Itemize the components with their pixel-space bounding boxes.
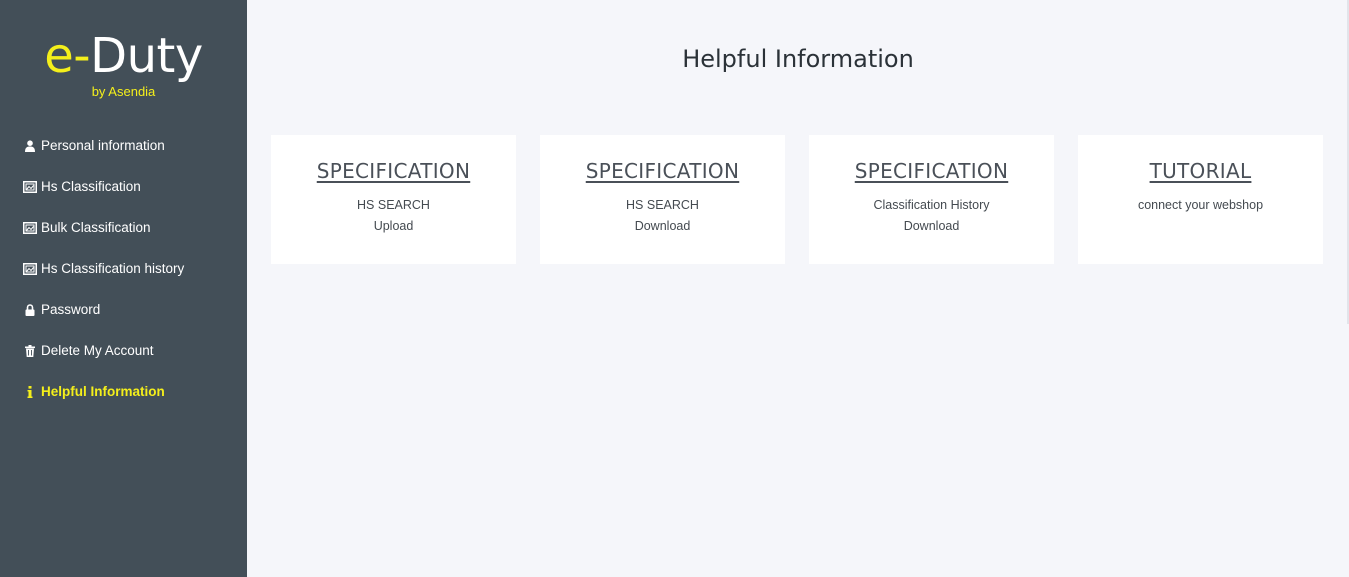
sidebar-item-helpful-information[interactable]: Helpful Information (0, 370, 247, 413)
sidebar-item-password[interactable]: Password (0, 288, 247, 331)
card-body: Classification History Download (809, 195, 1054, 237)
page-title: Helpful Information (682, 45, 914, 73)
image-frame-icon (23, 262, 37, 276)
logo-prefix: e- (44, 28, 91, 84)
sidebar-item-delete-my-account[interactable]: Delete My Account (0, 329, 247, 372)
app-root: e-Duty by Asendia Personal information H… (0, 0, 1349, 577)
info-icon (23, 385, 37, 399)
sidebar-item-hs-classification-history[interactable]: Hs Classification history (0, 247, 247, 290)
sidebar-item-label: Hs Classification history (41, 261, 185, 276)
card-line: connect your webshop (1137, 198, 1264, 212)
sidebar-item-label: Personal information (41, 138, 165, 153)
card-title[interactable]: SPECIFICATION (855, 159, 1008, 183)
card-line: HS SEARCH (626, 198, 699, 212)
card-line: Download (903, 219, 960, 233)
sidebar-item-label: Bulk Classification (41, 220, 151, 235)
lock-icon (23, 303, 37, 317)
card-tutorial-connect-webshop[interactable]: TUTORIAL connect your webshop (1078, 135, 1323, 264)
main-content: Helpful Information SPECIFICATION HS SEA… (247, 0, 1349, 577)
card-body: connect your webshop (1078, 195, 1323, 216)
card-body: HS SEARCH Download (540, 195, 785, 237)
sidebar-item-label: Password (41, 302, 101, 317)
sidebar-item-personal-information[interactable]: Personal information (0, 124, 247, 167)
sidebar-nav: Personal information Hs Classification B… (0, 124, 247, 413)
card-specification-hs-search-download[interactable]: SPECIFICATION HS SEARCH Download (540, 135, 785, 264)
info-cards: SPECIFICATION HS SEARCH Upload SPECIFICA… (271, 135, 1323, 264)
sidebar-item-label: Hs Classification (41, 179, 141, 194)
trash-icon (23, 344, 37, 358)
user-icon (23, 139, 37, 153)
card-specification-hs-search-upload[interactable]: SPECIFICATION HS SEARCH Upload (271, 135, 516, 264)
sidebar-item-hs-classification[interactable]: Hs Classification (0, 165, 247, 208)
card-body: HS SEARCH Upload (271, 195, 516, 237)
card-line: Download (634, 219, 691, 233)
image-frame-icon (23, 180, 37, 194)
sidebar-item-bulk-classification[interactable]: Bulk Classification (0, 206, 247, 249)
sidebar-item-label: Delete My Account (41, 343, 154, 358)
logo-subtitle: by Asendia (91, 84, 156, 99)
card-line: Upload (373, 219, 414, 233)
card-title[interactable]: SPECIFICATION (586, 159, 739, 183)
sidebar: e-Duty by Asendia Personal information H… (0, 0, 247, 577)
card-title[interactable]: TUTORIAL (1150, 159, 1252, 183)
card-specification-classification-history-download[interactable]: SPECIFICATION Classification History Dow… (809, 135, 1054, 264)
image-frame-icon (23, 221, 37, 235)
logo[interactable]: e-Duty by Asendia (0, 0, 247, 110)
card-line: HS SEARCH (357, 198, 430, 212)
logo-name: Duty (90, 28, 203, 84)
card-line: Classification History (873, 198, 990, 212)
card-title[interactable]: SPECIFICATION (317, 159, 470, 183)
sidebar-item-label: Helpful Information (41, 384, 165, 399)
logo-wordmark: e-Duty (0, 30, 247, 82)
